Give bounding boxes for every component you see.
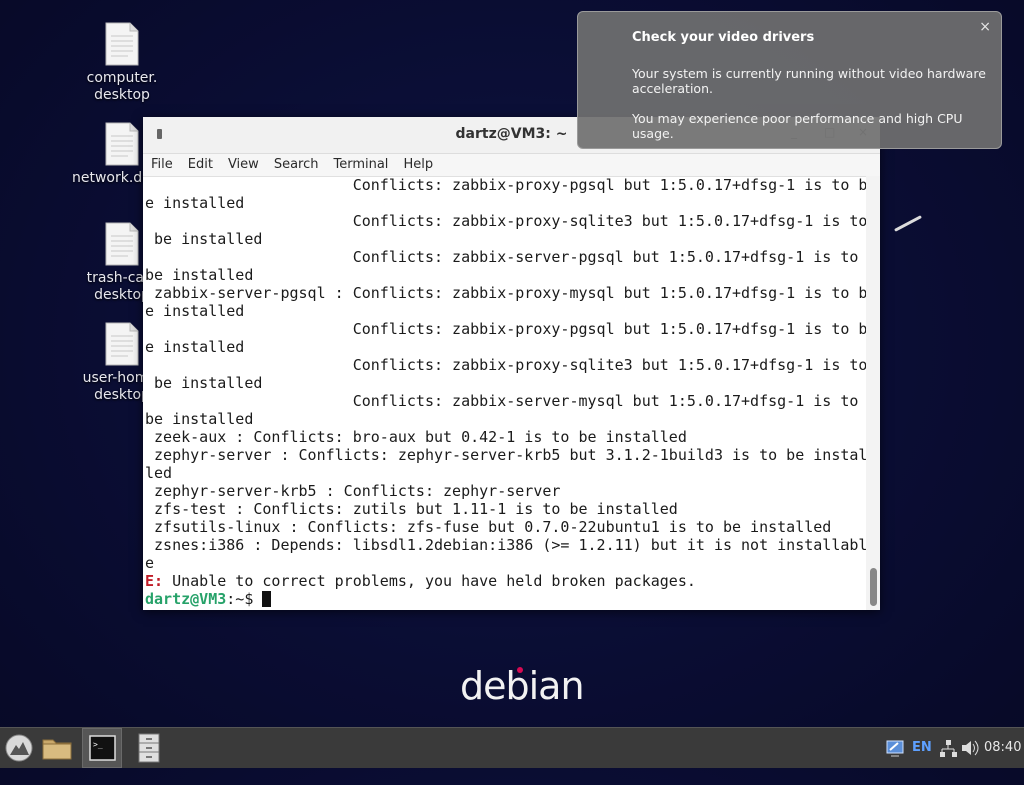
start-menu-icon <box>5 734 33 762</box>
menu-file[interactable]: File <box>143 154 180 172</box>
menu-help[interactable]: Help <box>395 154 440 172</box>
terminal-line: zsnes:i386 : Depends: libsdl1.2debian:i3… <box>145 536 866 554</box>
notification-text-1: Your system is currently running without… <box>632 66 986 96</box>
document-icon <box>104 22 140 66</box>
start-menu-button[interactable] <box>2 728 36 768</box>
desktop-icon-computer[interactable]: computer. desktop <box>72 22 172 104</box>
terminal-line: Conflicts: zabbix-proxy-pgsql but 1:5.0.… <box>145 176 866 194</box>
terminal-line: led <box>145 464 173 482</box>
cabinet-icon <box>138 733 160 763</box>
terminal-line: zeek-aux : Conflicts: bro-aux but 0.42-1… <box>145 428 687 446</box>
menu-search[interactable]: Search <box>266 154 326 172</box>
svg-text:>_: >_ <box>93 740 103 749</box>
terminal-line: be installed <box>145 266 254 284</box>
terminal-line: zfs-test : Conflicts: zutils but 1.11-1 … <box>145 500 678 518</box>
terminal-line: e <box>145 554 155 572</box>
menu-edit[interactable]: Edit <box>180 154 220 172</box>
scrollbar-thumb[interactable] <box>870 568 877 606</box>
prompt-path: :~$ <box>226 590 263 608</box>
terminal-line: e installed <box>145 338 245 356</box>
notification-popup[interactable]: Check your video drivers Your system is … <box>577 11 1002 149</box>
terminal-line: zabbix-server-pgsql : Conflicts: zabbix-… <box>145 284 866 302</box>
notification-text-2: You may experience poor performance and … <box>632 111 963 141</box>
prompt-line: dartz@VM3:~$ <box>145 590 864 608</box>
notification-title: Check your video drivers <box>632 30 815 45</box>
language-indicator[interactable]: EN <box>912 728 932 768</box>
notification-close-button[interactable]: × <box>979 19 991 35</box>
terminal-line: zephyr-server-krb5 : Conflicts: zephyr-s… <box>145 482 561 500</box>
wallpaper-stroke <box>894 215 922 232</box>
menu-terminal[interactable]: Terminal <box>325 154 395 172</box>
display-icon <box>886 740 904 757</box>
taskbar: >_ EN 08:40 <box>0 727 1024 768</box>
network-connection-icon[interactable] <box>938 728 958 768</box>
network-tray-icon[interactable] <box>884 728 906 768</box>
text-cursor <box>262 591 272 607</box>
terminal-line: Conflicts: zabbix-proxy-pgsql but 1:5.0.… <box>145 320 866 338</box>
debian-logo: debian <box>460 664 585 708</box>
file-manager-launcher[interactable] <box>40 728 74 768</box>
terminal-line: be installed <box>145 374 263 392</box>
document-icon <box>104 222 140 266</box>
error-line: E: Unable to correct problems, you have … <box>145 572 864 590</box>
terminal-line: e installed <box>145 194 245 212</box>
terminal-line: be installed <box>145 410 254 428</box>
clock[interactable]: 08:40 <box>984 728 1024 768</box>
terminal-line: zephyr-server : Conflicts: zephyr-server… <box>145 446 866 464</box>
document-icon <box>104 122 140 166</box>
terminal-output[interactable]: Conflicts: zabbix-proxy-pgsql but 1:5.0.… <box>143 176 866 610</box>
terminal-icon: >_ <box>89 735 116 761</box>
terminal-task-button[interactable]: >_ <box>82 728 122 768</box>
terminal-line: Conflicts: zabbix-server-pgsql but 1:5.0… <box>145 248 859 266</box>
terminal-menubar: File Edit View Search Terminal Help <box>143 154 880 177</box>
document-icon <box>104 322 140 366</box>
terminal-window[interactable]: dartz@VM3: ~ _ □ × FileEditViewSearchTer… <box>143 117 880 610</box>
desktop-icon-label: computer. desktop <box>86 70 158 103</box>
terminal-line: e installed <box>145 302 245 320</box>
terminal-line: zfsutils-linux : Conflicts: zfs-fuse but… <box>145 518 832 536</box>
terminal-line: Conflicts: zabbix-proxy-sqlite3 but 1:5.… <box>145 212 866 230</box>
folder-icon <box>42 739 72 760</box>
volume-icon[interactable] <box>960 728 980 768</box>
archive-launcher[interactable] <box>132 728 166 768</box>
error-prefix: E: <box>145 572 164 590</box>
prompt-user: dartz@VM3 <box>145 590 227 608</box>
notification-body: Your system is currently running without… <box>632 66 987 156</box>
terminal-scrollbar[interactable] <box>866 176 880 610</box>
terminal-line: Conflicts: zabbix-server-mysql but 1:5.0… <box>145 392 859 410</box>
debian-logo-dot <box>517 667 523 673</box>
error-message: Unable to correct problems, you have hel… <box>163 572 696 590</box>
terminal-line: be installed <box>145 230 263 248</box>
terminal-lines: Conflicts: zabbix-proxy-pgsql but 1:5.0.… <box>145 176 866 572</box>
terminal-line: Conflicts: zabbix-proxy-sqlite3 but 1:5.… <box>145 356 866 374</box>
menu-view[interactable]: View <box>220 154 266 172</box>
